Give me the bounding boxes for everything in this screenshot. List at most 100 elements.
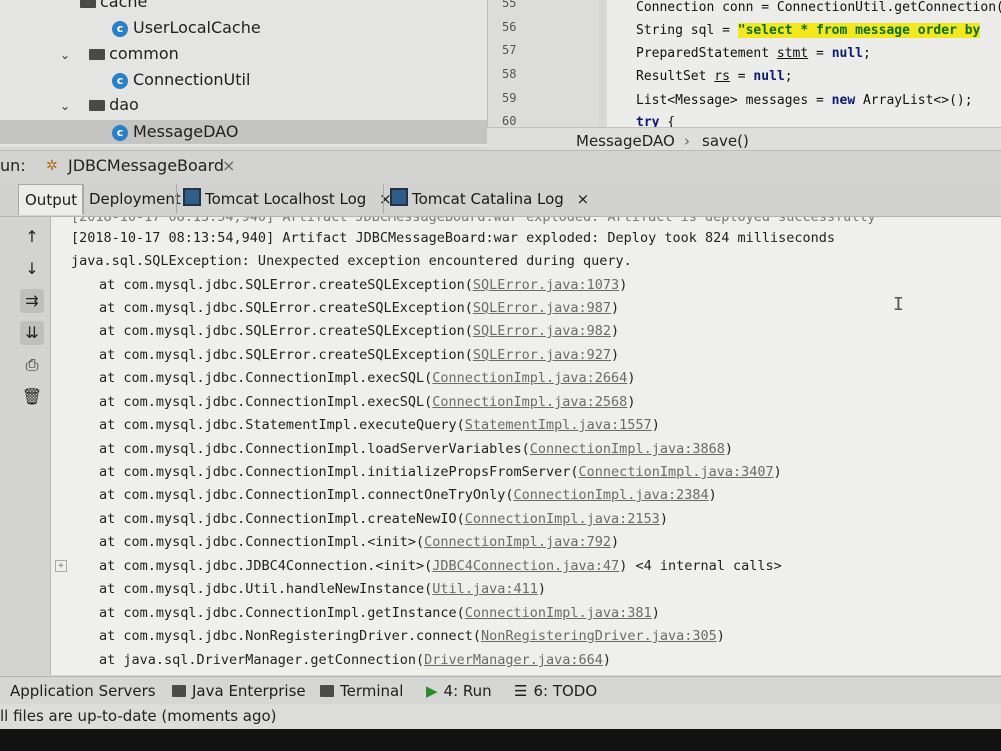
source-link[interactable]: ConnectionImpl.java:2153 bbox=[465, 511, 660, 527]
stack-frame-text: at java.sql.DriverManager.getConnection( bbox=[99, 652, 425, 668]
source-link[interactable]: ConnectionImpl.java:381 bbox=[465, 605, 652, 621]
class-icon: c bbox=[112, 21, 128, 37]
stack-frame-end: ) bbox=[537, 581, 547, 597]
tool-todo[interactable]: ☰ 6: TODO bbox=[514, 677, 597, 705]
code-line[interactable]: ResultSet rs = null; bbox=[636, 69, 793, 84]
chevron-down-icon[interactable]: ⌄ bbox=[60, 43, 74, 67]
fold-icon[interactable]: + bbox=[55, 560, 67, 572]
code-text: Connection conn = ConnectionUtil.getConn… bbox=[636, 0, 1001, 15]
run-config-name[interactable]: JDBCMessageBoard bbox=[68, 151, 224, 181]
tool-window-bar: Application Servers Java Enterprise Term… bbox=[0, 676, 1001, 705]
tab-tomcat-catalina-log[interactable]: Tomcat Catalina Log × bbox=[383, 184, 595, 214]
stack-frame-end: ) bbox=[627, 370, 636, 386]
source-link[interactable]: DriverManager.java:664 bbox=[424, 652, 603, 668]
line-number: 60 bbox=[502, 114, 517, 128]
tree-folder-common[interactable]: ⌄ common bbox=[60, 42, 179, 66]
code-line[interactable]: String sql = "select * from message orde… bbox=[636, 23, 981, 38]
line-number: 55 bbox=[502, 0, 517, 10]
console-output[interactable]: [2018-10-17 08:13:54,940] Artifact JDBCM… bbox=[51, 217, 1001, 675]
code-text: ; bbox=[863, 46, 871, 61]
source-link[interactable]: StatementImpl.java:1557 bbox=[465, 417, 652, 433]
stack-frame-end: ) bbox=[724, 441, 733, 457]
tool-label: Terminal bbox=[340, 682, 404, 700]
tool-terminal[interactable]: Terminal bbox=[320, 677, 403, 705]
folder-icon bbox=[80, 0, 96, 8]
print-icon[interactable]: ⎙ bbox=[20, 353, 44, 377]
tree-label: UserLocalCache bbox=[133, 18, 261, 37]
stack-frame-end: ) bbox=[611, 323, 620, 339]
console-line: [2018-10-17 08:13:54,940] Artifact JDBCM… bbox=[71, 217, 876, 225]
source-link[interactable]: SQLError.java:927 bbox=[473, 347, 611, 363]
stack-frame-text: at com.mysql.jdbc.ConnectionImpl.getInst… bbox=[99, 605, 465, 621]
keyword: try bbox=[636, 115, 660, 127]
keyword: null bbox=[753, 69, 785, 84]
string-literal: "select * from message order by bbox=[737, 23, 981, 38]
stack-frame-end: ) bbox=[659, 511, 668, 527]
source-link[interactable]: SQLError.java:1073 bbox=[473, 277, 619, 293]
stack-frame-text: at com.mysql.jdbc.ConnectionImpl.loadSer… bbox=[99, 441, 530, 457]
console-line: at com.mysql.jdbc.ConnectionImpl.initial… bbox=[99, 464, 782, 480]
code-line[interactable]: Connection conn = ConnectionUtil.getConn… bbox=[636, 0, 1001, 15]
code-editor[interactable]: Connection conn = ConnectionUtil.getConn… bbox=[607, 0, 1001, 127]
source-link[interactable]: ConnectionImpl.java:792 bbox=[424, 534, 611, 550]
chevron-down-icon[interactable]: ⌄ bbox=[60, 94, 74, 118]
tree-folder-dao[interactable]: ⌄ dao bbox=[60, 93, 139, 117]
run-icon: ▶ bbox=[426, 682, 438, 700]
tree-item-messagedao[interactable]: c MessageDAO bbox=[0, 120, 487, 144]
log-icon bbox=[183, 188, 201, 206]
source-link[interactable]: JDBC4Connection.java:47 bbox=[432, 558, 619, 574]
code-text: List<Message> messages = bbox=[636, 93, 832, 108]
stack-frame-text: at com.mysql.jdbc.ConnectionImpl.connect… bbox=[99, 487, 514, 503]
close-icon[interactable]: × bbox=[222, 151, 235, 181]
line-number: 57 bbox=[502, 43, 517, 57]
tool-label: 4: Run bbox=[443, 682, 492, 700]
source-link[interactable]: ConnectionImpl.java:3407 bbox=[579, 464, 774, 480]
tab-output[interactable]: Output bbox=[18, 184, 85, 215]
stack-frame-text: at com.mysql.jdbc.JDBC4Connection.<init>… bbox=[99, 558, 433, 574]
tool-application-servers[interactable]: Application Servers bbox=[10, 677, 156, 705]
screen-bezel bbox=[0, 729, 1001, 751]
tab-label: Tomcat Catalina Log bbox=[412, 190, 564, 208]
source-link[interactable]: Util.java:411 bbox=[432, 581, 538, 597]
source-link[interactable]: SQLError.java:987 bbox=[473, 300, 611, 316]
tool-java-enterprise[interactable]: Java Enterprise bbox=[172, 677, 306, 705]
tab-label: Output bbox=[25, 191, 78, 209]
tree-item-connectionutil[interactable]: c ConnectionUtil bbox=[112, 68, 250, 92]
source-link[interactable]: ConnectionImpl.java:2568 bbox=[432, 394, 627, 410]
console-line: at com.mysql.jdbc.ConnectionImpl.<init>(… bbox=[99, 534, 619, 550]
tab-deployment[interactable]: Deployment bbox=[82, 184, 187, 214]
code-line[interactable]: try { bbox=[636, 115, 675, 127]
source-link[interactable]: ConnectionImpl.java:3868 bbox=[530, 441, 725, 457]
code-text: { bbox=[659, 115, 676, 127]
trash-icon[interactable]: 🗑 bbox=[20, 385, 44, 409]
scroll-to-end-icon[interactable]: ⇊ bbox=[20, 321, 44, 345]
tomcat-icon: ✲ bbox=[46, 158, 58, 174]
tool-run[interactable]: ▶ 4: Run bbox=[426, 677, 492, 705]
stack-frame-end: ) bbox=[611, 347, 620, 363]
tab-label: Tomcat Localhost Log bbox=[205, 190, 367, 208]
tree-label: ConnectionUtil bbox=[133, 70, 251, 89]
code-line[interactable]: List<Message> messages = new ArrayList<>… bbox=[636, 93, 973, 108]
soft-wrap-icon[interactable]: ⇉ bbox=[20, 289, 44, 313]
source-link[interactable]: ConnectionImpl.java:2384 bbox=[514, 487, 709, 503]
code-text: = bbox=[729, 69, 754, 84]
variable-name: stmt bbox=[776, 46, 809, 61]
down-arrow-icon[interactable]: ↓ bbox=[20, 257, 44, 281]
source-link[interactable]: SQLError.java:982 bbox=[473, 323, 611, 339]
close-icon[interactable]: × bbox=[577, 190, 590, 208]
stack-frame-text: at com.mysql.jdbc.ConnectionImpl.<init>( bbox=[99, 534, 425, 550]
console-line: at com.mysql.jdbc.SQLError.createSQLExce… bbox=[99, 300, 619, 316]
keyword: null bbox=[831, 46, 863, 61]
log-icon bbox=[390, 188, 408, 206]
up-arrow-icon[interactable]: ↑ bbox=[20, 225, 44, 249]
stack-frame-end: ) bbox=[611, 534, 620, 550]
source-link[interactable]: ConnectionImpl.java:2664 bbox=[432, 370, 627, 386]
tree-folder-cache[interactable]: cache bbox=[80, 0, 147, 14]
stack-frame-text: at com.mysql.jdbc.ConnectionImpl.execSQL… bbox=[99, 370, 433, 386]
source-link[interactable]: NonRegisteringDriver.java:305 bbox=[481, 628, 717, 644]
tab-tomcat-localhost-log[interactable]: Tomcat Localhost Log × bbox=[176, 184, 398, 214]
stack-frame-end: ) bbox=[773, 464, 782, 480]
tree-item-userlocalcache[interactable]: c UserLocalCache bbox=[112, 16, 261, 40]
code-line[interactable]: PreparedStatement stmt = null; bbox=[636, 46, 871, 61]
status-bar: ll files are up-to-date (moments ago) bbox=[0, 704, 1001, 729]
